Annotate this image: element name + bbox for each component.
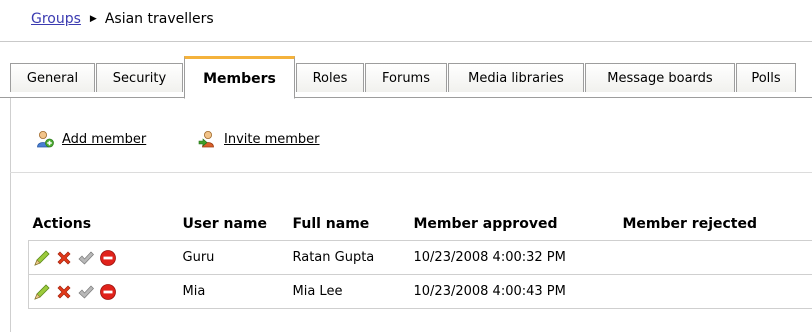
cell-member-approved: 10/23/2008 4:00:43 PM [409, 274, 619, 309]
row-actions [28, 240, 179, 275]
breadcrumb-link-groups[interactable]: Groups [31, 11, 81, 27]
tab-label: Forums [382, 70, 430, 86]
cell-full-name: Ratan Gupta [288, 240, 410, 275]
col-user-name[interactable]: User name [178, 207, 289, 241]
tab-members[interactable]: Members [184, 56, 295, 99]
breadcrumb-arrow-icon: ▶ [89, 14, 97, 24]
members-table: Actions User name Full name Member appro… [28, 207, 812, 309]
tab-label: Polls [751, 70, 781, 86]
breadcrumb-current: Asian travellers [104, 11, 214, 27]
panel-border [10, 98, 11, 332]
cell-member-rejected [618, 274, 812, 309]
cell-user-name: Mia [178, 274, 289, 309]
table-row: Mia Mia Lee 10/23/2008 4:00:43 PM [28, 274, 812, 309]
invite-member-label: Invite member [224, 131, 320, 147]
cell-member-rejected [618, 240, 812, 275]
col-member-rejected[interactable]: Member rejected [618, 207, 812, 241]
table-header-row: Actions User name Full name Member appro… [28, 207, 812, 241]
col-member-approved[interactable]: Member approved [409, 207, 619, 241]
invite-member-button[interactable]: Invite member [198, 125, 320, 153]
col-full-name[interactable]: Full name [288, 207, 410, 241]
divider [10, 172, 812, 173]
cell-user-name: Guru [178, 240, 289, 275]
tab-general[interactable]: General [10, 63, 95, 92]
tab-forums[interactable]: Forums [365, 63, 447, 92]
tab-label: Media libraries [468, 70, 564, 86]
tab-roles[interactable]: Roles [296, 63, 364, 92]
breadcrumb: Groups ▶ Asian travellers [31, 8, 214, 30]
tab-baseline [0, 97, 812, 98]
delete-icon[interactable] [55, 283, 73, 301]
delete-icon[interactable] [55, 249, 73, 267]
add-member-button[interactable]: Add member [36, 125, 146, 153]
add-user-icon [37, 131, 54, 148]
cell-member-approved: 10/23/2008 4:00:32 PM [409, 240, 619, 275]
tab-message-boards[interactable]: Message boards [585, 63, 735, 92]
tab-label: General [26, 70, 79, 86]
tab-media-libraries[interactable]: Media libraries [448, 63, 584, 92]
tab-label: Security [112, 70, 167, 86]
reject-icon[interactable] [99, 283, 117, 301]
table-row: Guru Ratan Gupta 10/23/2008 4:00:32 PM [28, 240, 812, 275]
approve-icon[interactable] [77, 249, 95, 267]
edit-icon[interactable] [33, 249, 51, 267]
add-member-label: Add member [62, 131, 147, 147]
divider [0, 41, 812, 42]
row-actions [28, 274, 179, 309]
cell-full-name: Mia Lee [288, 274, 410, 309]
reject-icon[interactable] [99, 249, 117, 267]
tab-security[interactable]: Security [96, 63, 183, 92]
tab-label: Message boards [607, 70, 713, 86]
approve-icon[interactable] [77, 283, 95, 301]
tab-label: Roles [312, 70, 348, 86]
col-actions: Actions [28, 207, 179, 241]
tab-label: Members [203, 70, 276, 87]
tab-strip: General Security Members Roles Forums Me… [0, 53, 812, 99]
invite-user-icon [198, 131, 214, 148]
tab-polls[interactable]: Polls [736, 63, 796, 92]
edit-icon[interactable] [33, 283, 51, 301]
